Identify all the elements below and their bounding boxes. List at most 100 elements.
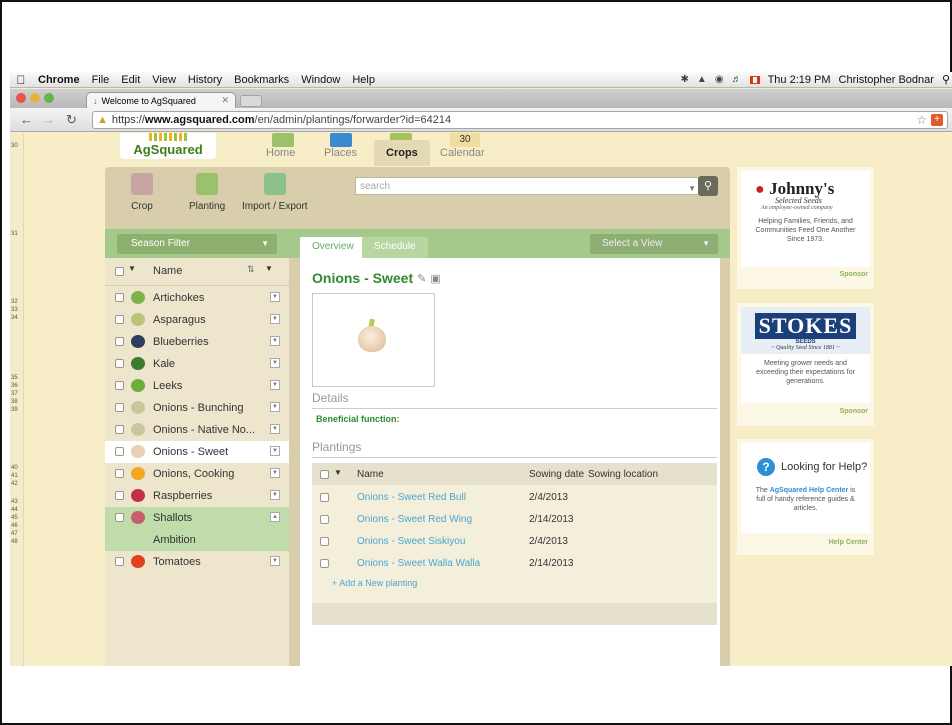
canada-flag-icon[interactable] — [749, 75, 760, 84]
lock-warning-icon[interactable]: ▲ — [97, 114, 108, 126]
planting-link[interactable]: Onions - Sweet Red Bull — [357, 492, 466, 503]
edit-icon[interactable]: ✎ — [417, 272, 426, 285]
menu-edit[interactable]: Edit — [115, 74, 146, 86]
expand-icon[interactable]: ▼ — [270, 380, 280, 390]
expand-icon[interactable]: ▼ — [270, 336, 280, 346]
list-item[interactable]: Asparagus ▼ — [105, 309, 289, 331]
nav-places[interactable]: Places — [324, 141, 357, 165]
menubar-clock[interactable]: Thu 2:19 PM — [768, 74, 831, 86]
menu-file[interactable]: File — [86, 74, 116, 86]
nav-crops[interactable]: Crops — [374, 140, 430, 166]
expand-icon[interactable]: ▼ — [270, 468, 280, 478]
select-all-checkbox[interactable] — [115, 267, 124, 276]
search-icon[interactable]: ⚲ — [698, 176, 718, 196]
forward-icon[interactable]: → — [42, 112, 55, 127]
bookmark-star-icon[interactable]: ☆ — [916, 113, 927, 127]
season-filter-select[interactable]: Season Filter ▼ — [117, 234, 277, 254]
add-planting-link[interactable]: + Add a New planting — [332, 578, 417, 588]
wifi-icon[interactable]: ◉ — [715, 74, 724, 85]
back-icon[interactable]: ← — [20, 112, 33, 127]
select-all-plantings-checkbox[interactable] — [320, 470, 329, 479]
expand-icon[interactable]: ▼ — [270, 424, 280, 434]
extension-icon[interactable]: + — [931, 114, 943, 126]
row-checkbox[interactable] — [320, 537, 329, 546]
address-bar[interactable]: ▲ https://www.agsquared.com/en/admin/pla… — [92, 111, 948, 129]
row-checkbox[interactable] — [115, 403, 124, 412]
row-checkbox[interactable] — [320, 493, 329, 502]
tab-overview[interactable]: Overview — [300, 237, 366, 258]
bluetooth-icon[interactable]: ✱ — [681, 74, 689, 85]
name-column-header[interactable]: Name — [153, 265, 182, 277]
list-item[interactable]: Artichokes ▼ — [105, 287, 289, 309]
list-item[interactable]: Raspberries ▼ — [105, 485, 289, 507]
help-center-inline-link[interactable]: AgSquared Help Center — [770, 487, 849, 494]
list-item[interactable]: Leeks ▼ — [105, 375, 289, 397]
crop-action[interactable]: Crop — [131, 173, 153, 212]
col-sowing-date[interactable]: Sowing date — [529, 469, 584, 480]
planting-action[interactable]: Planting — [189, 173, 225, 212]
row-checkbox[interactable] — [320, 559, 329, 568]
column-menu-icon[interactable]: ▼ — [265, 264, 273, 273]
collapse-icon[interactable]: ▲ — [270, 512, 280, 522]
list-item[interactable]: Tomatoes ▼ — [105, 551, 289, 573]
new-tab-button[interactable] — [240, 95, 262, 107]
expand-icon[interactable]: ▼ — [270, 446, 280, 456]
list-item[interactable]: Shallots ▲ — [105, 507, 289, 529]
list-item[interactable]: Kale ▼ — [105, 353, 289, 375]
row-checkbox[interactable] — [115, 513, 124, 522]
expand-icon[interactable]: ▼ — [270, 402, 280, 412]
select-view[interactable]: Select a View ▼ — [590, 234, 718, 254]
nav-home[interactable]: Home — [266, 141, 295, 165]
menubar-user[interactable]: Christopher Bodnar — [839, 74, 934, 86]
list-item[interactable]: Onions, Cooking ▼ — [105, 463, 289, 485]
menu-bookmarks[interactable]: Bookmarks — [228, 74, 295, 86]
list-item-selected[interactable]: Onions - Sweet ▼ — [105, 441, 289, 463]
row-checkbox[interactable] — [320, 515, 329, 524]
trash-icon[interactable]: ▣ — [430, 272, 440, 285]
apple-icon[interactable]:  — [10, 73, 32, 87]
agsquared-logo[interactable]: AgSquared — [120, 133, 216, 159]
expand-icon[interactable]: ▼ — [270, 556, 280, 566]
row-checkbox[interactable] — [115, 425, 124, 434]
row-checkbox[interactable] — [115, 557, 124, 566]
volume-icon[interactable]: ♬ — [732, 74, 742, 85]
row-checkbox[interactable] — [115, 491, 124, 500]
search-input[interactable]: search ▼ ⚲ — [355, 176, 718, 196]
sort-icon[interactable]: ⇅ — [247, 264, 255, 275]
row-checkbox[interactable] — [115, 447, 124, 456]
nav-calendar[interactable]: Calendar — [440, 141, 485, 165]
close-tab-icon[interactable]: ✕ — [221, 95, 229, 106]
col-name[interactable]: Name — [357, 469, 384, 480]
expand-icon[interactable]: ▼ — [270, 314, 280, 324]
close-window-icon[interactable] — [16, 93, 26, 103]
eject-icon[interactable]: ▲ — [697, 74, 707, 85]
list-subitem[interactable]: Ambition — [105, 529, 289, 551]
browser-tab[interactable]: ↓ Welcome to AgSquared ✕ — [86, 92, 236, 108]
menu-window[interactable]: Window — [295, 74, 346, 86]
sponsor-stokes-ad[interactable]: STOKES SEEDS ~ Quality Seed Since 1881 ~… — [741, 307, 870, 403]
zoom-window-icon[interactable] — [44, 93, 54, 103]
expand-icon[interactable]: ▼ — [270, 292, 280, 302]
col-sowing-location[interactable]: Sowing location — [588, 469, 658, 480]
row-checkbox[interactable] — [115, 381, 124, 390]
row-checkbox[interactable] — [115, 337, 124, 346]
tab-schedule[interactable]: Schedule — [362, 237, 428, 258]
row-checkbox[interactable] — [115, 359, 124, 368]
row-checkbox[interactable] — [115, 469, 124, 478]
row-checkbox[interactable] — [115, 315, 124, 324]
select-menu-icon[interactable]: ▼ — [334, 468, 342, 477]
expand-icon[interactable]: ▼ — [270, 490, 280, 500]
row-checkbox[interactable] — [115, 293, 124, 302]
list-item[interactable]: Onions - Native No... ▼ — [105, 419, 289, 441]
help-center-link[interactable]: Help Center — [829, 539, 868, 546]
spotlight-icon[interactable]: ⚲ — [942, 73, 950, 86]
planting-link[interactable]: Onions - Sweet Walla Walla — [357, 558, 480, 569]
expand-icon[interactable]: ▼ — [270, 358, 280, 368]
sponsor-johnnys-ad[interactable]: ● Johnny's Selected Seeds An employee-ow… — [741, 171, 870, 267]
menu-app[interactable]: Chrome — [32, 74, 86, 86]
import-export-action[interactable]: Import / Export — [242, 173, 308, 212]
minimize-window-icon[interactable] — [30, 93, 40, 103]
menu-view[interactable]: View — [146, 74, 182, 86]
list-item[interactable]: Blueberries ▼ — [105, 331, 289, 353]
menu-help[interactable]: Help — [346, 74, 381, 86]
